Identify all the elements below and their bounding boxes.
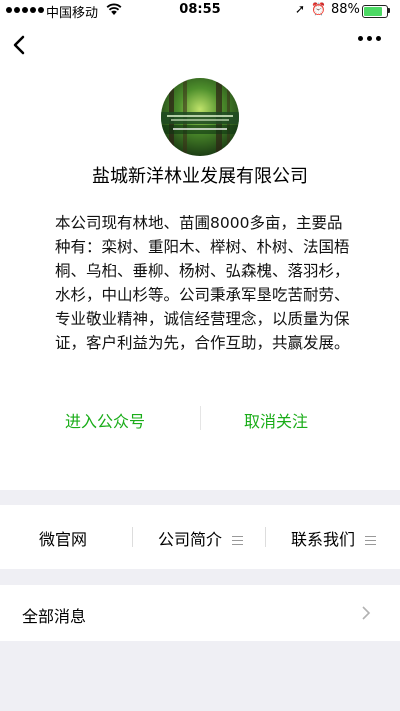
battery-icon (362, 5, 388, 18)
menu-separator (132, 527, 133, 547)
submenu-icon (232, 533, 244, 548)
company-name: 盐城新洋林业发展有限公司 (92, 166, 308, 187)
menu-item-label: 联系我们 (291, 530, 356, 549)
all-messages-label: 全部消息 (22, 607, 87, 626)
menu-item-label: 微官网 (39, 530, 88, 549)
more-dots-icon[interactable] (358, 36, 381, 41)
company-avatar (161, 78, 239, 156)
menu-separator (265, 527, 266, 547)
chevron-right-icon (362, 606, 371, 620)
all-messages-row[interactable]: 全部消息 (0, 585, 400, 641)
battery-tip (388, 8, 390, 13)
account-profile-panel: 中国移动 08:55 ➚ ⏰ 88% 盐城新洋林业发展有限公司 本公司现有林地、… (0, 0, 400, 490)
battery-fill (364, 7, 383, 16)
battery-percent: 88% (331, 2, 360, 17)
menu-item-contact-us[interactable]: 联系我们 (291, 526, 377, 550)
menu-item-company-intro[interactable]: 公司简介 (158, 526, 244, 550)
location-arrow-icon: ➚ (295, 2, 306, 16)
status-bar: 中国移动 08:55 ➚ ⏰ 88% (0, 0, 400, 22)
back-button[interactable] (8, 30, 32, 60)
company-description: 本公司现有林地、苗圃8000多亩，主要品种有：栾树、重阳木、榉树、朴树、法国梧桐… (55, 214, 350, 352)
unfollow-button[interactable]: 取消关注 (244, 408, 308, 432)
menu-item-micro-site[interactable]: 微官网 (39, 526, 87, 550)
submenu-icon (365, 533, 377, 548)
menu-item-label: 公司简介 (158, 530, 223, 549)
alarm-icon: ⏰ (311, 2, 326, 16)
button-divider (200, 406, 201, 430)
account-menu-bar: 微官网 公司简介 联系我们 (0, 505, 400, 569)
enter-official-account-button[interactable]: 进入公众号 (65, 408, 145, 432)
